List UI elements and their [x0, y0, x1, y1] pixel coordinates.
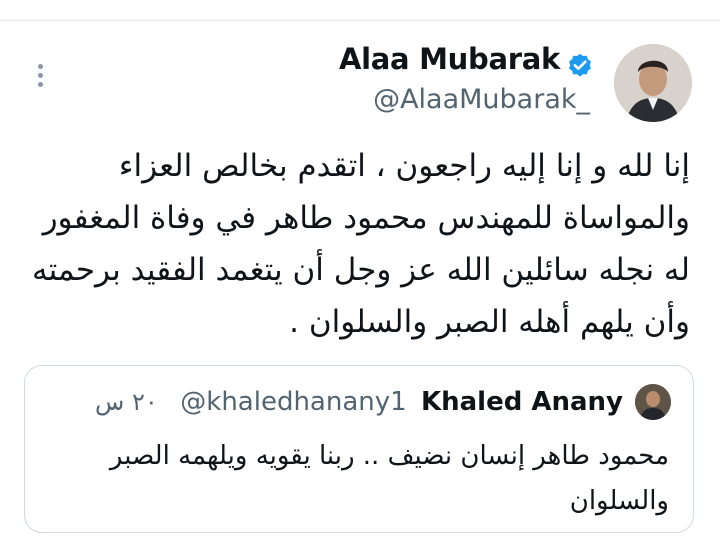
- quoted-timestamp[interactable]: ٢٠ س: [95, 384, 158, 420]
- more-options-icon[interactable]: [28, 60, 52, 96]
- quoted-text: محمود طاهر إنسان نضيف .. ربنا يقويه ويله…: [109, 441, 669, 516]
- quoted-avatar[interactable]: [635, 384, 671, 420]
- avatar[interactable]: [614, 44, 692, 122]
- quoted-header: @khaledhanany1 Khaled Anany: [180, 384, 623, 420]
- author-handle[interactable]: @AlaaMubarak_: [373, 84, 590, 115]
- author-name[interactable]: Alaa Mubarak: [339, 42, 560, 76]
- quoted-author-handle[interactable]: @khaledhanany1: [180, 387, 406, 417]
- top-divider: [0, 20, 720, 21]
- tweet-text: إنا لله و إنا إليه راجعون ، اتقدم بخالص …: [31, 148, 690, 340]
- quoted-avatar-photo: [635, 384, 671, 420]
- avatar-photo: [614, 44, 692, 122]
- verified-badge-icon: [569, 53, 591, 77]
- quoted-author-name[interactable]: Khaled Anany: [421, 387, 623, 417]
- quoted-tweet[interactable]: @khaledhanany1 Khaled Anany ٢٠ س محمود ط…: [24, 365, 694, 533]
